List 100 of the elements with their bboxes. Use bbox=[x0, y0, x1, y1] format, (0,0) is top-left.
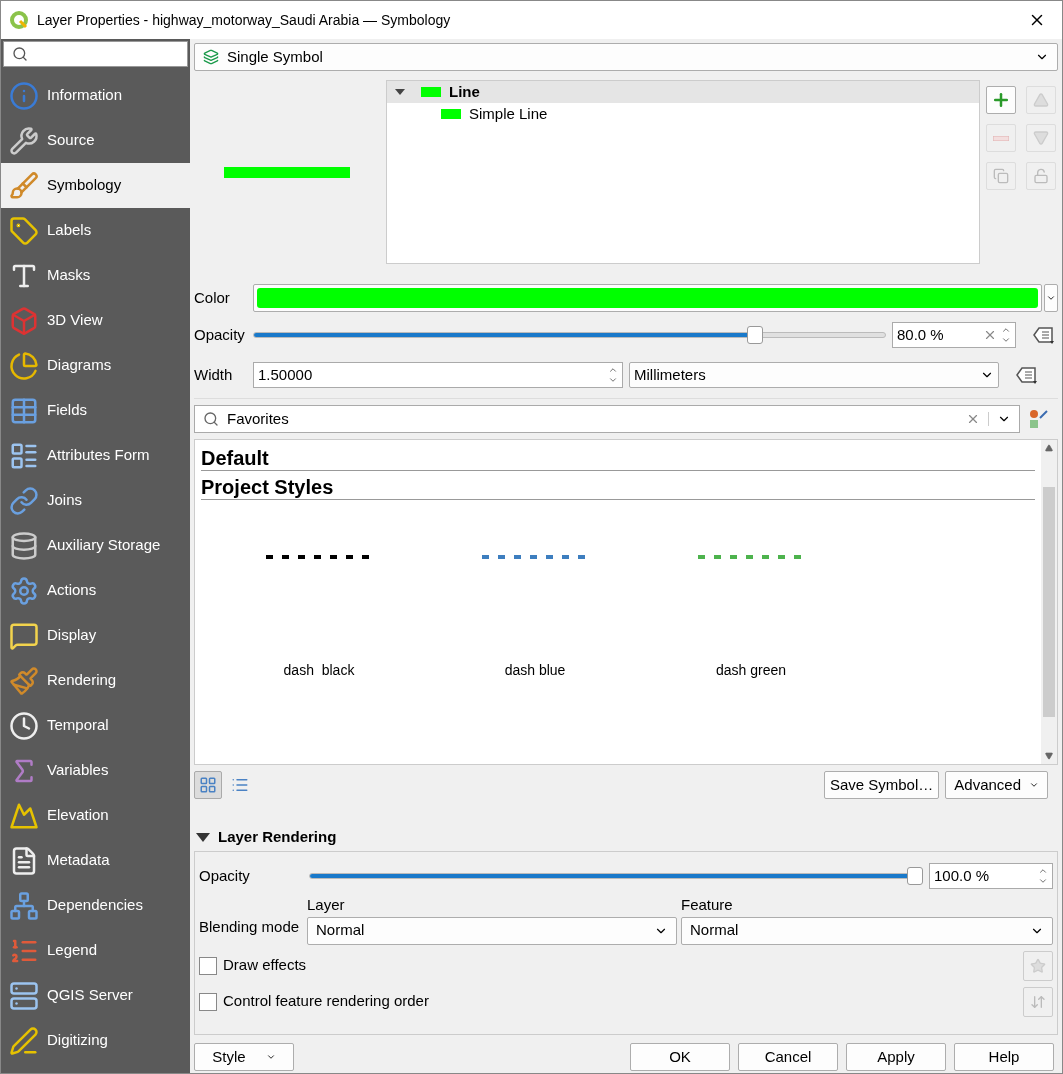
library-search-field[interactable]: Favorites bbox=[194, 405, 1020, 433]
sidebar-item[interactable]: Actions bbox=[1, 568, 190, 613]
color-swatch bbox=[421, 87, 441, 97]
search-field[interactable] bbox=[3, 41, 188, 67]
style-manager-icon[interactable] bbox=[1028, 408, 1050, 430]
network-icon bbox=[9, 890, 39, 921]
grid-icon bbox=[199, 776, 217, 794]
tag-icon bbox=[9, 215, 39, 246]
width-spinbox[interactable]: 1.50000 bbox=[253, 362, 623, 388]
opacity-slider[interactable] bbox=[253, 325, 886, 345]
sidebar-item[interactable]: Dependencies bbox=[1, 883, 190, 928]
clear-icon[interactable] bbox=[966, 412, 980, 426]
color-button[interactable] bbox=[253, 284, 1042, 312]
down-arrow-icon[interactable] bbox=[1045, 752, 1053, 760]
sidebar-item[interactable]: Masks bbox=[1, 253, 190, 298]
dialog-button[interactable]: Apply bbox=[846, 1043, 946, 1071]
dialog-button[interactable]: OK bbox=[630, 1043, 730, 1071]
layer-opacity-slider[interactable] bbox=[309, 866, 923, 886]
plus-icon bbox=[991, 90, 1011, 110]
search-icon bbox=[12, 46, 28, 62]
advanced-button[interactable]: Advanced bbox=[945, 771, 1048, 799]
sidebar-item[interactable]: Variables bbox=[1, 748, 190, 793]
app-logo-icon bbox=[9, 10, 29, 30]
sidebar-item[interactable]: Diagrams bbox=[1, 343, 190, 388]
checkbox[interactable] bbox=[199, 956, 217, 975]
field-label: Width bbox=[194, 364, 234, 385]
unit-dropdown[interactable]: Millimeters bbox=[629, 362, 999, 388]
save-symbol-button[interactable]: Save Symbol… bbox=[823, 771, 940, 799]
sidebar-item[interactable]: Display bbox=[1, 613, 190, 658]
sidebar-item[interactable]: Information bbox=[1, 73, 190, 118]
field-label: Blending mode bbox=[199, 917, 301, 937]
symbol-name: dash green bbox=[715, 661, 787, 680]
symbol-name: dash black bbox=[283, 661, 355, 680]
down-arrow-icon bbox=[1033, 130, 1049, 146]
unlocked-padlock-icon bbox=[1033, 168, 1049, 184]
brush-icon bbox=[9, 170, 39, 201]
server-icon bbox=[9, 980, 39, 1011]
section-title: Layer Rendering bbox=[218, 826, 337, 847]
field-label: Opacity bbox=[199, 865, 251, 886]
sidebar-item[interactable]: QGIS Server bbox=[1, 973, 190, 1018]
sidebar-item[interactable]: Symbology bbox=[1, 163, 190, 208]
group-heading: Default bbox=[201, 446, 1035, 471]
search-icon bbox=[203, 411, 219, 427]
pie-chart-icon bbox=[9, 350, 39, 381]
feature-blend-dropdown[interactable]: Normal bbox=[681, 916, 1053, 945]
sidebar-item[interactable]: Fields bbox=[1, 388, 190, 433]
group-heading: Project Styles bbox=[201, 475, 1035, 500]
scrollbar[interactable] bbox=[1041, 440, 1057, 764]
layer-blend-dropdown[interactable]: Normal bbox=[307, 916, 677, 945]
link-icon bbox=[9, 485, 39, 516]
expand-arrow-icon[interactable] bbox=[395, 89, 405, 95]
star-icon bbox=[1030, 957, 1046, 974]
up-arrow-icon bbox=[1033, 92, 1049, 108]
copy-icon bbox=[993, 168, 1009, 184]
pen-icon bbox=[9, 1025, 39, 1056]
minus-icon bbox=[993, 135, 1009, 141]
cube-icon bbox=[9, 305, 39, 336]
style-button[interactable]: Style bbox=[194, 1043, 294, 1071]
sort-arrows-icon bbox=[1030, 993, 1046, 1010]
add-layer-button[interactable] bbox=[986, 86, 1016, 114]
layer-opacity-spinbox[interactable]: 100.0 % bbox=[929, 863, 1053, 889]
sidebar-item[interactable]: Digitizing bbox=[1, 1018, 190, 1063]
dialog-button[interactable]: Cancel bbox=[738, 1043, 838, 1071]
sidebar-item[interactable]: Temporal bbox=[1, 703, 190, 748]
sidebar-item[interactable]: Attributes Form bbox=[1, 433, 190, 478]
field-label: Color bbox=[194, 287, 231, 308]
icon-view-button[interactable] bbox=[194, 771, 222, 799]
tree-item[interactable]: Line bbox=[387, 81, 979, 103]
sidebar-item[interactable]: Joins bbox=[1, 478, 190, 523]
info-icon bbox=[9, 80, 39, 111]
checkbox-label: Control feature rendering order bbox=[223, 991, 430, 1012]
settings-icon bbox=[9, 575, 39, 606]
symbol-name: dash blue bbox=[504, 661, 566, 680]
sidebar-item[interactable]: Source bbox=[1, 118, 190, 163]
checkbox[interactable] bbox=[199, 992, 217, 1011]
paintbrush-icon bbox=[9, 665, 39, 696]
checkbox-label: Draw effects bbox=[223, 955, 308, 976]
renderer-dropdown[interactable]: Single Symbol bbox=[194, 43, 1058, 71]
list-icon bbox=[231, 776, 249, 794]
field-label: Feature bbox=[681, 895, 734, 915]
sidebar-item[interactable]: Elevation bbox=[1, 793, 190, 838]
clear-icon[interactable] bbox=[983, 328, 997, 342]
opacity-spinbox[interactable]: 80.0 % bbox=[892, 322, 1016, 348]
color-menu-button[interactable] bbox=[1044, 284, 1058, 312]
sidebar-item[interactable]: 3D View bbox=[1, 298, 190, 343]
color-swatch bbox=[441, 109, 461, 119]
clock-icon bbox=[9, 710, 39, 741]
database-icon bbox=[9, 530, 39, 561]
dialog-button[interactable]: Help bbox=[954, 1043, 1054, 1071]
wrench-icon bbox=[9, 125, 39, 156]
up-arrow-icon[interactable] bbox=[1045, 444, 1053, 452]
window-title: Layer Properties - highway_motorway_Saudi Arabia — Symbology bbox=[37, 10, 452, 30]
sidebar-item[interactable]: Labels bbox=[1, 208, 190, 253]
tree-item[interactable]: Simple Line bbox=[387, 103, 979, 125]
sidebar-item[interactable]: Rendering bbox=[1, 658, 190, 703]
sidebar-item[interactable]: Legend bbox=[1, 928, 190, 973]
field-label: Layer bbox=[307, 895, 346, 915]
expand-arrow-icon[interactable] bbox=[196, 832, 210, 842]
sidebar-item[interactable]: Auxiliary Storage bbox=[1, 523, 190, 568]
sidebar-item[interactable]: Metadata bbox=[1, 838, 190, 883]
